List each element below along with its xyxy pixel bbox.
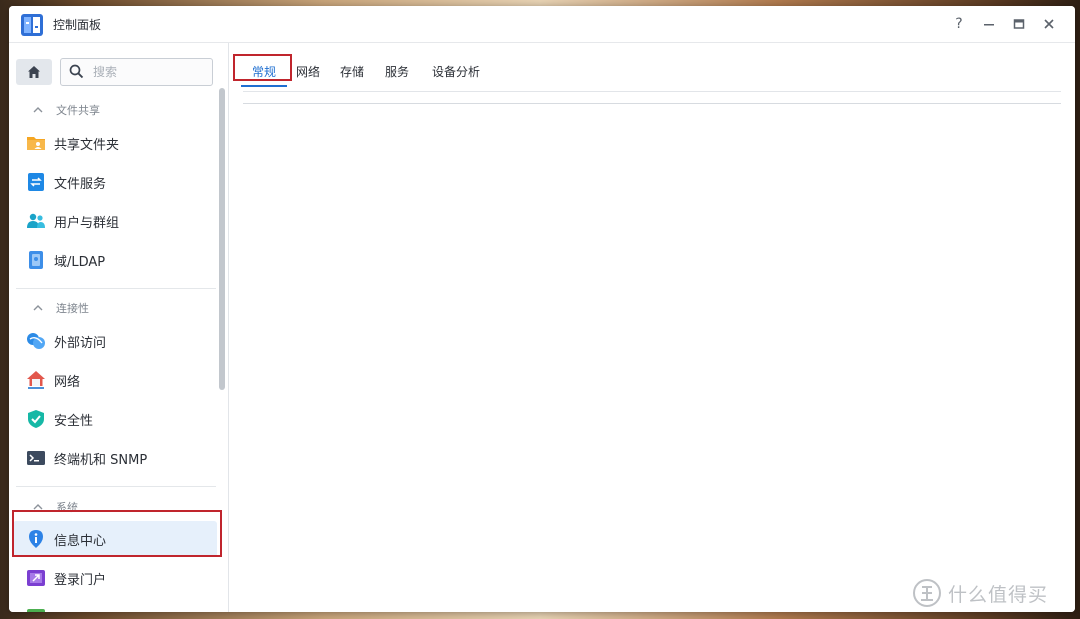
tab-storage[interactable]: 存储	[337, 59, 367, 83]
help-label: ?	[955, 16, 963, 32]
tab-general[interactable]: 常规	[241, 59, 287, 83]
home-button[interactable]	[16, 59, 52, 85]
section-divider	[16, 486, 216, 487]
sidebar-item-label: 网络	[54, 374, 81, 390]
sidebar-item-label: 域/LDAP	[54, 254, 106, 270]
sidebar-item-login-portal[interactable]: 登录门户	[13, 560, 217, 596]
external-access-icon	[27, 333, 45, 349]
minimize-button[interactable]	[977, 12, 1001, 36]
sidebar-item-network[interactable]: 网络	[13, 362, 217, 398]
chevron-up-icon	[33, 504, 43, 510]
search-input[interactable]	[91, 62, 207, 82]
terminal-icon	[27, 451, 45, 465]
sidebar-scrollbar[interactable]	[219, 88, 225, 390]
shared-folder-icon	[27, 137, 45, 150]
tab-label: 常规	[251, 64, 276, 79]
maximize-button[interactable]	[1007, 12, 1031, 36]
tab-bar: 常规 网络 存储 服务 设备分析	[229, 43, 1075, 91]
file-services-icon	[28, 173, 44, 191]
tab-label: 存储	[339, 64, 364, 79]
maximize-icon	[1013, 19, 1025, 29]
chevron-up-icon	[33, 305, 43, 311]
tab-network[interactable]: 网络	[293, 59, 323, 83]
sidebar-item-label: 信息中心	[54, 533, 107, 549]
sidebar: 文件共享 共享文件夹 文件服务 用户与群	[9, 43, 229, 612]
sidebar-item-label: 安全性	[54, 413, 94, 429]
security-shield-icon	[28, 410, 44, 428]
close-button[interactable]	[1037, 12, 1061, 36]
section-header-system[interactable]: 系统	[9, 494, 217, 520]
tab-label: 设备分析	[431, 64, 480, 79]
sidebar-item-label: 用户与群组	[54, 215, 120, 231]
sidebar-item-label: 终端机和 SNMP	[54, 452, 148, 468]
sidebar-item-external-access[interactable]: 外部访问	[13, 323, 217, 359]
tab-label: 网络	[295, 64, 320, 79]
sidebar-item-label: 文件服务	[54, 176, 107, 192]
control-panel-app-icon	[21, 14, 43, 36]
users-groups-icon	[27, 213, 45, 228]
window-title: 控制面板	[53, 18, 102, 32]
chevron-up-icon	[33, 107, 43, 113]
help-button[interactable]: ?	[947, 12, 971, 36]
title-bar: 控制面板 ?	[9, 6, 1075, 43]
sidebar-item-label: 外部访问	[54, 335, 107, 351]
sidebar-item-security[interactable]: 安全性	[13, 401, 217, 437]
active-tab-indicator	[241, 85, 287, 87]
tab-services[interactable]: 服务	[382, 59, 412, 83]
section-header-file-sharing[interactable]: 文件共享	[9, 97, 217, 123]
sidebar-item-shared-folder[interactable]: 共享文件夹	[13, 125, 217, 161]
section-title: 系统	[56, 501, 78, 514]
sidebar-item-partial[interactable]	[13, 599, 217, 612]
minimize-icon	[984, 24, 994, 26]
tab-divider	[243, 91, 1061, 92]
network-icon	[27, 371, 45, 389]
sidebar-item-file-services[interactable]: 文件服务	[13, 164, 217, 200]
sidebar-item-label: 登录门户	[54, 572, 107, 588]
content-divider	[243, 103, 1061, 104]
search-box[interactable]	[60, 58, 213, 86]
sidebar-item-terminal-snmp[interactable]: 终端机和 SNMP	[13, 440, 217, 476]
sidebar-item-users-groups[interactable]: 用户与群组	[13, 203, 217, 239]
tab-device-analytics[interactable]: 设备分析	[428, 59, 484, 83]
section-title: 文件共享	[56, 104, 100, 117]
control-panel-window: 控制面板 ? 文件共享	[9, 6, 1075, 612]
section-header-connectivity[interactable]: 连接性	[9, 295, 217, 321]
login-portal-icon	[27, 570, 45, 586]
tab-label: 服务	[384, 64, 409, 79]
info-center-icon	[29, 530, 43, 548]
home-icon	[28, 66, 40, 78]
search-icon	[69, 64, 84, 79]
section-title: 连接性	[56, 302, 89, 315]
regional-options-icon	[27, 609, 45, 612]
close-icon	[1044, 19, 1054, 29]
domain-ldap-icon	[29, 251, 43, 269]
sidebar-item-info-center[interactable]: 信息中心	[13, 521, 217, 557]
main-content: 常规 网络 存储 服务 设备分析	[229, 43, 1075, 612]
section-divider	[16, 288, 216, 289]
sidebar-item-domain-ldap[interactable]: 域/LDAP	[13, 242, 217, 278]
sidebar-item-label: 共享文件夹	[54, 137, 120, 153]
